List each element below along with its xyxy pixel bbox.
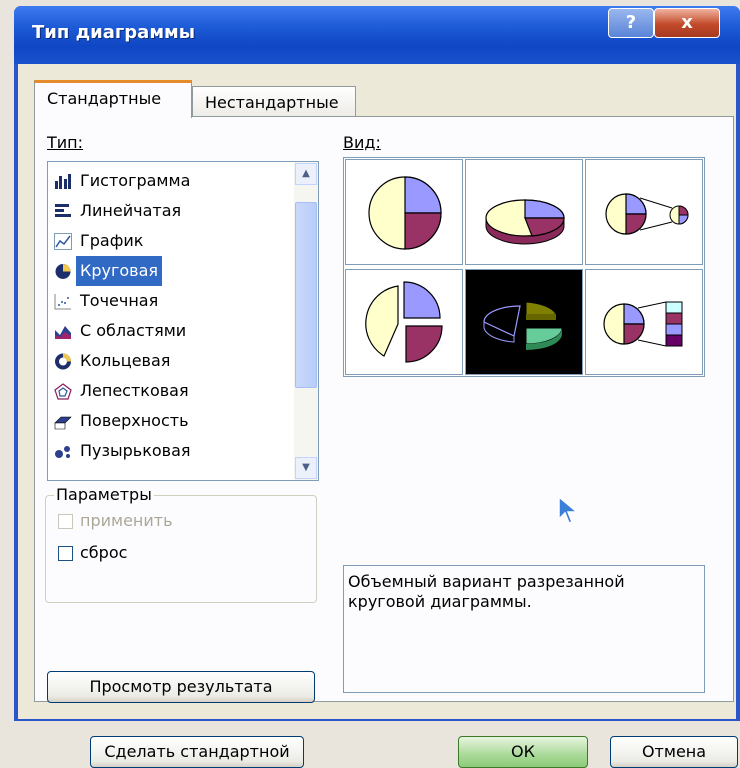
- subtype-3d-exploded-pie[interactable]: [465, 269, 583, 375]
- type-label: Тип:: [47, 133, 84, 152]
- scatter-chart-icon: [54, 294, 71, 310]
- doughnut-chart-icon: [55, 353, 71, 370]
- preview-result-button[interactable]: Просмотр результата: [47, 671, 315, 703]
- list-item-radar[interactable]: Лепестковая: [50, 376, 296, 406]
- chart-type-dialog: Тип диаграммы ? x Стандартные Нестандарт…: [14, 6, 740, 768]
- pie-subtype-icon: [368, 176, 442, 250]
- list-item-bar[interactable]: Гистограмма: [50, 166, 296, 196]
- list-item-scatter[interactable]: Точечная: [50, 286, 296, 316]
- arrow-down-icon: ▼: [302, 462, 310, 473]
- close-button[interactable]: x: [654, 8, 720, 38]
- line-chart-icon: [54, 233, 72, 250]
- scroll-down-button[interactable]: ▼: [295, 457, 317, 479]
- pie-of-pie-subtype-icon: [605, 193, 689, 235]
- mouse-cursor-icon: [558, 495, 580, 524]
- bubble-chart-icon: [55, 446, 70, 458]
- bar-chart-icon: [55, 174, 71, 189]
- apply-label: применить: [80, 511, 173, 530]
- reset-label: сброс: [80, 543, 128, 562]
- tab-panel: Тип: Вид: Гистограмма Линейчатая График: [34, 116, 734, 703]
- scroll-up-button[interactable]: ▲: [295, 163, 317, 185]
- close-icon: x: [681, 12, 693, 33]
- subtype-exploded-pie[interactable]: [345, 269, 463, 375]
- list-item-pie[interactable]: Круговая: [50, 256, 296, 286]
- view-label: Вид:: [343, 133, 381, 152]
- pie-chart-icon: [55, 264, 71, 279]
- subtype-3d-pie[interactable]: [465, 159, 583, 265]
- list-item-area[interactable]: С областями: [50, 316, 296, 346]
- ok-button[interactable]: ОК: [458, 736, 588, 768]
- list-item-horizontal-bar[interactable]: Линейчатая: [50, 196, 296, 226]
- horizontal-bar-icon: [55, 204, 71, 217]
- help-button[interactable]: ?: [608, 8, 654, 38]
- arrow-up-icon: ▲: [302, 168, 310, 179]
- description-box: Объемный вариант разрезанной круговой ди…: [343, 565, 705, 693]
- list-item-doughnut[interactable]: Кольцевая: [50, 346, 296, 376]
- list-item-line[interactable]: График: [50, 226, 296, 256]
- radar-chart-icon: [54, 383, 72, 400]
- dialog-title: Тип диаграммы: [32, 22, 196, 43]
- list-scrollbar[interactable]: ▲ ▼: [294, 162, 318, 480]
- apply-checkbox[interactable]: [58, 514, 73, 529]
- options-group: Параметры применить сброс: [45, 485, 317, 603]
- options-group-label: Параметры: [54, 485, 154, 504]
- bar-of-pie-subtype-icon: [603, 301, 683, 347]
- reset-checkbox[interactable]: [58, 546, 73, 561]
- area-chart-icon: [55, 326, 71, 339]
- cancel-button[interactable]: Отмена: [610, 736, 738, 768]
- list-item-bubble[interactable]: Пузырьковая: [50, 436, 296, 466]
- title-bar[interactable]: Тип диаграммы ? x: [14, 6, 740, 64]
- tab-custom[interactable]: Нестандартные: [192, 86, 356, 118]
- tab-standard[interactable]: Стандартные: [34, 80, 192, 118]
- dialog-body: Стандартные Нестандартные Тип: Вид: Гист…: [18, 64, 738, 768]
- subtype-pie[interactable]: [345, 159, 463, 265]
- 3d-pie-subtype-icon: [485, 199, 565, 245]
- scroll-thumb[interactable]: [295, 202, 317, 388]
- set-default-button[interactable]: Сделать стандартной: [90, 736, 304, 768]
- exploded-pie-subtype-icon: [365, 281, 443, 363]
- subtype-bar-of-pie[interactable]: [585, 269, 703, 375]
- list-item-surface[interactable]: Поверхность: [50, 406, 296, 436]
- chart-type-list[interactable]: Гистограмма Линейчатая График Круговая Т…: [47, 161, 319, 481]
- 3d-exploded-pie-subtype-icon: [483, 301, 563, 350]
- chart-subtype-grid: [343, 157, 705, 377]
- subtype-pie-of-pie[interactable]: [585, 159, 703, 265]
- surface-chart-icon: [54, 416, 72, 430]
